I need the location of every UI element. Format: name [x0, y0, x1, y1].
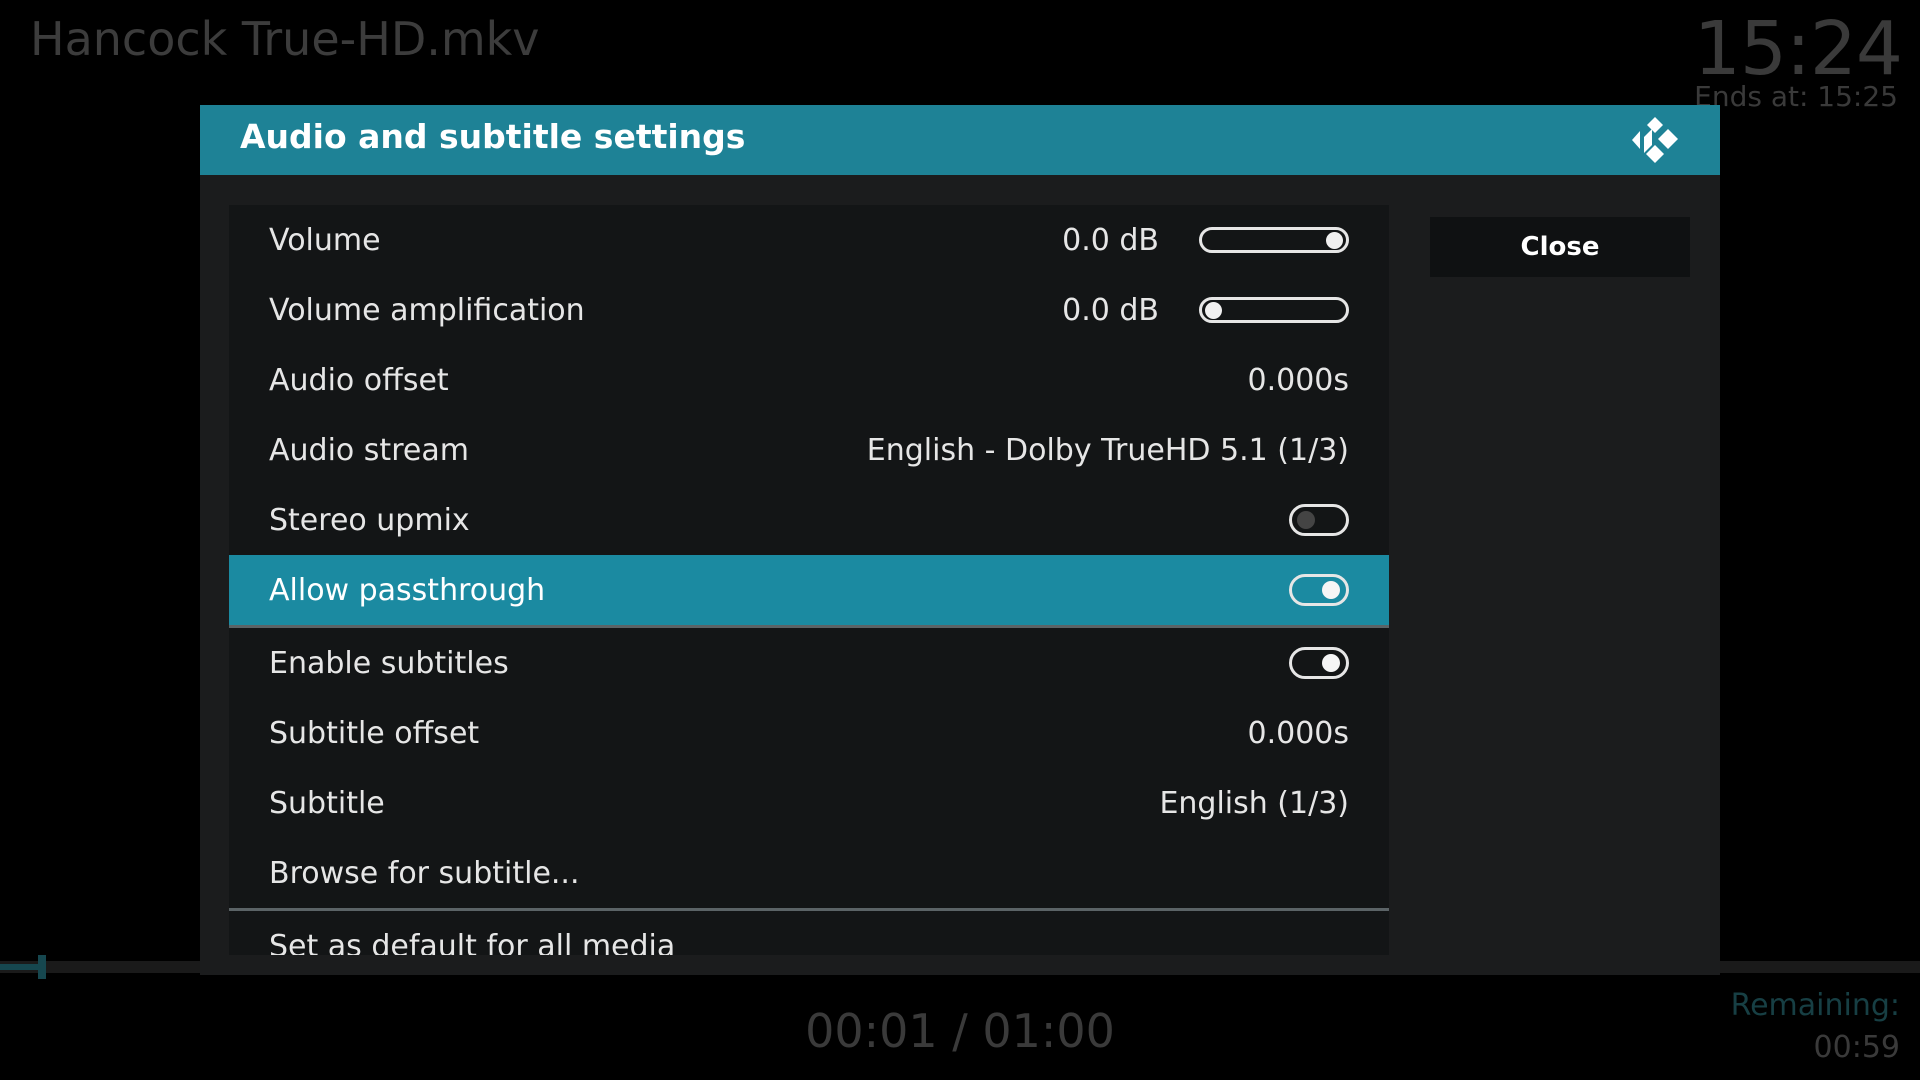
slider-knob[interactable] [1205, 302, 1222, 319]
setting-value: 0.0 dB [1062, 222, 1159, 258]
setting-value: 0.000s [1247, 715, 1349, 751]
kodi-logo-icon [1632, 117, 1678, 163]
settings-list: Volume 0.0 dB Volume amplification 0.0 d… [229, 205, 1389, 955]
seekbar-progress [0, 964, 42, 970]
remaining-time: 00:59 [1813, 1030, 1900, 1065]
setting-browse-subtitle[interactable]: Browse for subtitle... [229, 838, 1389, 908]
toggle-knob [1322, 581, 1340, 599]
media-title: Hancock True-HD.mkv [30, 12, 540, 66]
setting-subtitle-offset[interactable]: Subtitle offset 0.000s [229, 698, 1389, 768]
setting-label: Volume amplification [269, 292, 585, 328]
setting-label: Audio stream [269, 432, 469, 468]
stereo-upmix-toggle[interactable] [1289, 504, 1349, 536]
dialog-header: Audio and subtitle settings [200, 105, 1720, 175]
setting-enable-subtitles[interactable]: Enable subtitles [229, 628, 1389, 698]
volume-amplification-slider[interactable] [1199, 297, 1349, 323]
setting-label: Audio offset [269, 362, 449, 398]
setting-value: 0.000s [1247, 362, 1349, 398]
toggle-knob [1297, 511, 1315, 529]
slider-knob[interactable] [1326, 232, 1343, 249]
setting-audio-stream[interactable]: Audio stream English - Dolby TrueHD 5.1 … [229, 415, 1389, 485]
setting-allow-passthrough[interactable]: Allow passthrough [229, 555, 1389, 625]
setting-volume-amplification[interactable]: Volume amplification 0.0 dB [229, 275, 1389, 345]
setting-label: Allow passthrough [269, 572, 546, 608]
setting-value: English (1/3) [1159, 785, 1349, 821]
audio-subtitle-dialog: Audio and subtitle settings Volume 0.0 d… [200, 105, 1720, 975]
setting-value: English - Dolby TrueHD 5.1 (1/3) [866, 432, 1349, 468]
setting-stereo-upmix[interactable]: Stereo upmix [229, 485, 1389, 555]
setting-audio-offset[interactable]: Audio offset 0.000s [229, 345, 1389, 415]
setting-label: Subtitle offset [269, 715, 480, 751]
toggle-knob [1322, 654, 1340, 672]
setting-subtitle[interactable]: Subtitle English (1/3) [229, 768, 1389, 838]
setting-label: Enable subtitles [269, 645, 509, 681]
setting-label: Set as default for all media [269, 928, 676, 956]
volume-slider[interactable] [1199, 227, 1349, 253]
enable-subtitles-toggle[interactable] [1289, 647, 1349, 679]
allow-passthrough-toggle[interactable] [1289, 574, 1349, 606]
setting-label: Volume [269, 222, 381, 258]
seekbar-handle[interactable] [38, 955, 46, 979]
setting-label: Subtitle [269, 785, 385, 821]
setting-set-default[interactable]: Set as default for all media [229, 911, 1389, 956]
ends-at-label: Ends at: 15:25 [1694, 80, 1898, 113]
remaining-label: Remaining: [1730, 988, 1900, 1023]
close-button[interactable]: Close [1430, 217, 1690, 277]
time-readout: 00:01 / 01:00 [805, 1004, 1115, 1058]
setting-value: 0.0 dB [1062, 292, 1159, 328]
setting-volume[interactable]: Volume 0.0 dB [229, 205, 1389, 275]
setting-label: Stereo upmix [269, 502, 470, 538]
dialog-title: Audio and subtitle settings [240, 117, 746, 156]
setting-label: Browse for subtitle... [269, 855, 580, 891]
